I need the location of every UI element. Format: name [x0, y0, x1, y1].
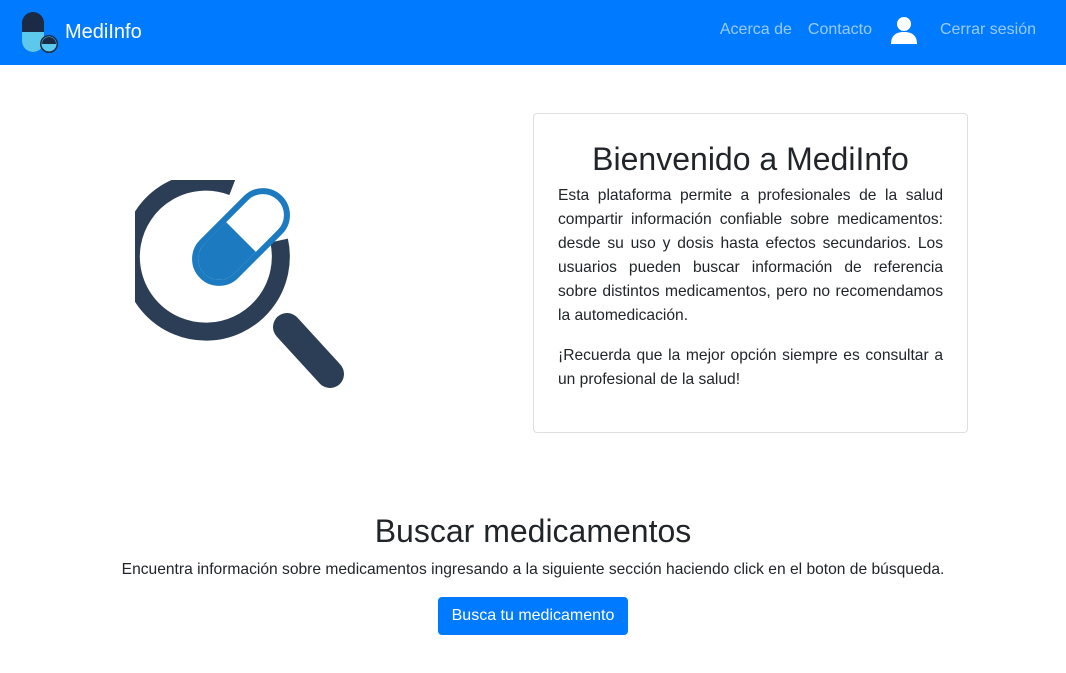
search-section-description: Encuentra información sobre medicamentos… — [121, 561, 945, 578]
welcome-title: Bienvenido a MediInfo — [592, 141, 909, 177]
nav-link-logout[interactable]: Cerrar sesión — [932, 21, 1044, 39]
user-icon[interactable] — [890, 16, 918, 44]
brand-link[interactable]: MediInfo — [20, 10, 142, 54]
search-section-title: Buscar medicamentos — [374, 513, 692, 549]
nav-link-about[interactable]: Acerca de — [712, 21, 800, 39]
brand-name: MediInfo — [65, 21, 142, 43]
nav-link-contact[interactable]: Contacto — [800, 21, 880, 39]
welcome-paragraph: Esta plataforma permite a profesionales … — [558, 187, 943, 324]
welcome-advice: ¡Recuerda que la mejor opción siempre es… — [558, 347, 943, 388]
search-medication-button[interactable]: Busca tu medicamento — [437, 597, 629, 635]
navbar: MediInfo Acerca de Contacto Cerrar sesió… — [0, 0, 1066, 65]
nav-links: Acerca de Contacto Cerrar sesión — [712, 0, 1044, 60]
pill-capsule-logo-icon — [22, 12, 58, 53]
search-section: Buscar medicamentos Encuentra informació… — [0, 510, 1066, 635]
welcome-card: Bienvenido a MediInfo Esta plataforma pe… — [533, 113, 968, 433]
magnifier-pill-icon — [135, 180, 344, 388]
